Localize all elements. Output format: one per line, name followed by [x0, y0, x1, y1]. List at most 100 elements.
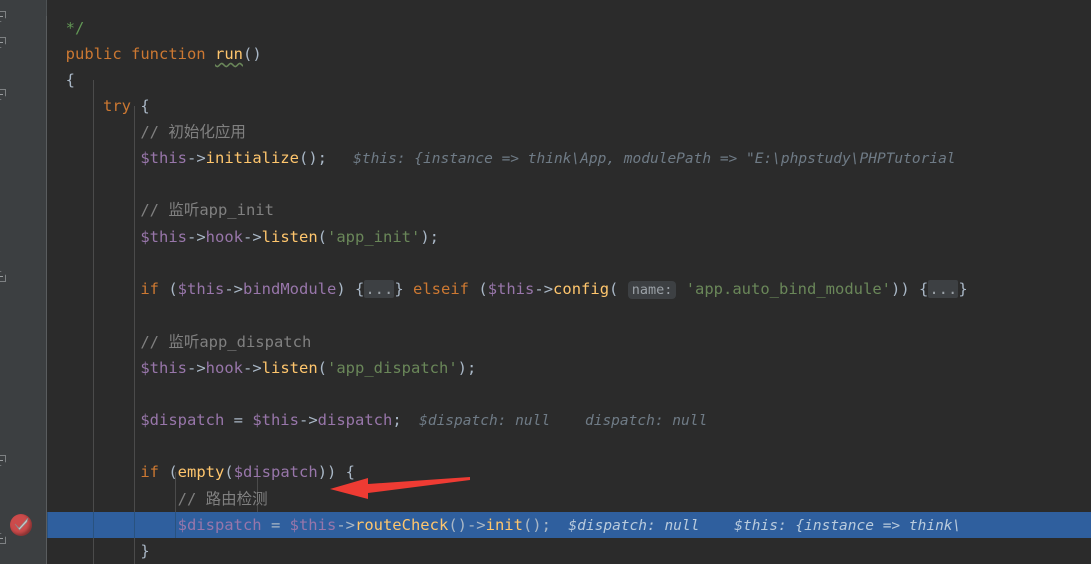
code-token: $dispatch	[233, 463, 318, 481]
code-token: $this	[47, 359, 187, 377]
code-token: // 监听app_init	[47, 201, 274, 219]
code-token: ->	[336, 516, 355, 534]
code-token: (	[168, 280, 178, 298]
code-token: ->	[224, 280, 244, 298]
code-token: */	[47, 19, 85, 37]
code-token: ...	[364, 280, 395, 298]
code-token: (	[317, 359, 327, 377]
code-token: );	[420, 228, 439, 246]
code-token: 'app_dispatch'	[327, 359, 458, 377]
code-token: $this	[252, 411, 299, 429]
code-token: )) {	[891, 280, 929, 298]
code-token: ->	[534, 280, 554, 298]
code-token: $this	[177, 280, 225, 298]
code-line[interactable]: try {	[47, 93, 1091, 119]
code-token: }	[958, 280, 968, 298]
code-line[interactable]: if (empty($dispatch)) {	[47, 459, 1091, 485]
code-token: ->	[298, 411, 318, 429]
code-token: ();	[298, 149, 327, 167]
code-token: $dispatch: null dispatch: null	[401, 413, 708, 429]
code-token: // 路由检测	[47, 490, 268, 508]
code-token: $this: {instance => think\App, modulePat…	[326, 151, 956, 167]
code-line[interactable]: }	[47, 538, 1091, 564]
code-token: empty	[177, 463, 225, 481]
code-token: ->	[186, 149, 206, 167]
code-token: run	[214, 45, 243, 63]
code-token: elseif	[413, 280, 479, 298]
code-token: (	[609, 280, 628, 298]
code-token: {	[47, 71, 75, 89]
code-line[interactable]: */	[47, 15, 1091, 41]
code-token: // 监听app_dispatch	[47, 333, 312, 351]
code-token: ->	[242, 228, 262, 246]
code-line[interactable]: public function run()	[47, 41, 1091, 67]
code-line[interactable]	[47, 381, 1091, 407]
code-token: name:	[627, 281, 677, 299]
code-token: public function	[47, 45, 215, 63]
code-token: bindModule	[243, 280, 337, 298]
code-line[interactable]: // 监听app_dispatch	[47, 329, 1091, 355]
code-token: hook	[205, 359, 243, 377]
code-line[interactable]: // 初始化应用	[47, 119, 1091, 145]
code-line[interactable]: // 监听app_init	[47, 197, 1091, 223]
code-token: $this	[47, 149, 187, 167]
code-line[interactable]: $this->hook->listen('app_init');	[47, 224, 1091, 250]
editor-gutter[interactable]	[0, 0, 47, 564]
code-token: ->	[186, 359, 206, 377]
code-token: $this	[487, 280, 535, 298]
code-token: // 初始化应用	[47, 123, 246, 141]
code-line[interactable]	[47, 302, 1091, 328]
code-token: {	[140, 97, 150, 115]
code-token: }	[47, 542, 150, 560]
code-token: init	[485, 516, 523, 534]
breakpoint-icon[interactable]	[10, 514, 32, 536]
code-token: =	[233, 411, 253, 429]
code-line[interactable]: $this->hook->listen('app_dispatch');	[47, 355, 1091, 381]
code-token: );	[457, 359, 477, 377]
code-token: }	[394, 280, 414, 298]
code-token: dispatch	[317, 411, 393, 429]
code-token: $dispatch	[47, 411, 234, 429]
code-line[interactable]: $dispatch = $this->routeCheck()->init();…	[47, 512, 1091, 538]
code-line[interactable]	[47, 171, 1091, 197]
code-line[interactable]: if ($this->bindModule) {...} elseif ($th…	[47, 276, 1091, 302]
code-token: listen	[261, 228, 318, 246]
code-token: ->	[186, 228, 206, 246]
code-token: config	[553, 280, 610, 298]
code-line[interactable]	[47, 433, 1091, 459]
code-line[interactable]: $this->initialize(); $this: {instance =>…	[47, 145, 1091, 171]
code-editor[interactable]: */ public function run() { try { // 初始化应…	[0, 0, 1091, 564]
code-line[interactable]: $dispatch = $this->dispatch; $dispatch: …	[47, 407, 1091, 433]
code-line[interactable]: {	[47, 67, 1091, 93]
code-line[interactable]: // 路由检测	[47, 486, 1091, 512]
code-token: (	[224, 463, 234, 481]
code-token: routeCheck	[354, 516, 449, 534]
check-glyph	[14, 517, 29, 531]
code-token: initialize	[205, 149, 299, 167]
code-token: ) {	[336, 280, 365, 298]
code-token: try	[47, 97, 141, 115]
code-token: ->	[242, 359, 262, 377]
code-token: (	[168, 463, 178, 481]
code-token: (	[478, 280, 488, 298]
code-token: ;	[392, 411, 402, 429]
code-line[interactable]	[47, 250, 1091, 276]
code-token: ()	[242, 45, 262, 63]
code-token: listen	[261, 359, 318, 377]
code-token: if	[47, 463, 169, 481]
code-token: $dispatch	[47, 516, 271, 534]
code-token: 'app_init'	[327, 228, 421, 246]
code-token: ();	[522, 516, 551, 534]
code-token: $this	[289, 516, 337, 534]
code-token: =	[270, 516, 290, 534]
code-token: ()->	[448, 516, 486, 534]
code-content[interactable]: */ public function run() { try { // 初始化应…	[47, 0, 1091, 564]
code-token: hook	[205, 228, 243, 246]
code-token: ...	[928, 280, 959, 298]
code-token: 'app.auto_bind_module'	[685, 280, 891, 298]
code-token: )) {	[317, 463, 356, 481]
code-token: $dispatch: null $this: {instance => thin…	[550, 518, 962, 534]
code-token: if	[47, 280, 169, 298]
code-token: (	[317, 228, 327, 246]
